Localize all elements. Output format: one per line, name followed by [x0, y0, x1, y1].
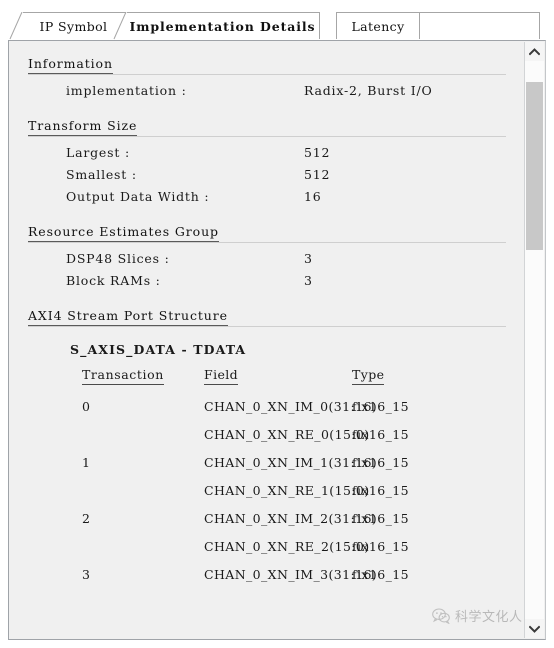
axi-data-table: Transaction Field Type 0 CHAN_0_XN_IM_0(…: [82, 367, 524, 589]
section-title: Resource Estimates Group: [28, 224, 219, 242]
column-header-transaction: Transaction: [82, 367, 164, 385]
tab-ip-symbol-label: IP Symbol: [39, 18, 108, 34]
cell-type: fix16_15: [352, 567, 409, 582]
scroll-down-button[interactable]: [525, 619, 544, 638]
scroll-up-button[interactable]: [525, 42, 544, 61]
tab-strip: IP Symbol Implementation Details Latency: [0, 0, 554, 40]
detail-key: implementation :: [66, 83, 187, 98]
detail-key: DSP48 Slices :: [66, 251, 170, 266]
table-row: 2 CHAN_0_XN_IM_2(31:16) fix16_15: [82, 505, 524, 533]
section-rule: [28, 242, 506, 243]
cell-transaction: 2: [82, 511, 91, 526]
cell-transaction: 1: [82, 455, 91, 470]
detail-row: implementation : Radix-2, Burst I/O: [10, 80, 524, 102]
cell-transaction: 3: [82, 567, 91, 582]
cell-type: fix16_15: [352, 455, 409, 470]
detail-value: 3: [304, 273, 313, 288]
chevron-down-icon: [529, 625, 540, 633]
section-rule: [28, 74, 506, 75]
detail-key: Block RAMs :: [66, 273, 161, 288]
detail-key: Largest :: [66, 145, 130, 160]
detail-row: Smallest : 512: [10, 164, 524, 186]
section-header-axi4-stream-port-structure: AXI4 Stream Port Structure: [28, 308, 524, 328]
section-rows-transform-size: Largest : 512 Smallest : 512 Output Data…: [10, 142, 524, 208]
tab-latency[interactable]: Latency: [336, 12, 420, 39]
scrollbar-track[interactable]: [525, 61, 544, 619]
cell-type: fix16_15: [352, 483, 409, 498]
vertical-scrollbar[interactable]: [524, 42, 544, 638]
section-title: Information: [28, 56, 113, 74]
detail-row: Output Data Width : 16: [10, 186, 524, 208]
table-row: CHAN_0_XN_RE_1(15:0) fix16_15: [82, 477, 524, 505]
cell-type: fix16_15: [352, 539, 409, 554]
details-content: Information implementation : Radix-2, Bu…: [10, 42, 524, 589]
cell-field: CHAN_0_XN_RE_1(15:0): [204, 483, 370, 498]
section-rule: [28, 326, 506, 327]
detail-key: Smallest :: [66, 167, 137, 182]
table-row: 3 CHAN_0_XN_IM_3(31:16) fix16_15: [82, 561, 524, 589]
implementation-details-panel: Information implementation : Radix-2, Bu…: [8, 40, 546, 640]
section-rows-information: implementation : Radix-2, Burst I/O: [10, 80, 524, 102]
detail-value: 512: [304, 145, 331, 160]
section-title: AXI4 Stream Port Structure: [28, 308, 228, 326]
section-rule: [28, 136, 506, 137]
table-row: CHAN_0_XN_RE_0(15:0) fix16_15: [82, 421, 524, 449]
panel-scroll-viewport: Information implementation : Radix-2, Bu…: [10, 42, 524, 638]
detail-value: 3: [304, 251, 313, 266]
table-row: CHAN_0_XN_RE_2(15:0) fix16_15: [82, 533, 524, 561]
detail-row: Largest : 512: [10, 142, 524, 164]
cell-type: fix16_15: [352, 399, 409, 414]
cell-field: CHAN_0_XN_RE_0(15:0): [204, 427, 370, 442]
detail-row: DSP48 Slices : 3: [10, 248, 524, 270]
table-row: 0 CHAN_0_XN_IM_0(31:16) fix16_15: [82, 393, 524, 421]
cell-type: fix16_15: [352, 427, 409, 442]
section-header-information: Information: [28, 56, 524, 76]
scrollbar-thumb[interactable]: [526, 82, 543, 250]
detail-row: Block RAMs : 3: [10, 270, 524, 292]
cell-field: CHAN_0_XN_RE_2(15:0): [204, 539, 370, 554]
tab-latency-label: Latency: [351, 18, 405, 34]
section-rows-resource-estimates-group: DSP48 Slices : 3 Block RAMs : 3: [10, 248, 524, 292]
tab-slant-edge: [113, 12, 127, 40]
axi-subheading: S_AXIS_DATA - TDATA: [70, 342, 247, 357]
section-title: Transform Size: [28, 118, 138, 136]
cell-type: fix16_15: [352, 511, 409, 526]
section-header-transform-size: Transform Size: [28, 118, 524, 138]
column-header-type: Type: [352, 367, 385, 385]
tab-ip-symbol[interactable]: IP Symbol: [9, 12, 126, 40]
detail-key: Output Data Width :: [66, 189, 210, 204]
cell-transaction: 0: [82, 399, 91, 414]
detail-value: 16: [304, 189, 322, 204]
table-header-row: Transaction Field Type: [82, 367, 524, 393]
tab-implementation-details[interactable]: Implementation Details: [113, 12, 320, 40]
detail-value: 512: [304, 167, 331, 182]
table-row: 1 CHAN_0_XN_IM_1(31:16) fix16_15: [82, 449, 524, 477]
tab-strip-filler: [420, 12, 540, 39]
detail-value: Radix-2, Burst I/O: [304, 83, 433, 98]
section-header-resource-estimates-group: Resource Estimates Group: [28, 224, 524, 244]
tab-implementation-details-label: Implementation Details: [129, 18, 316, 34]
column-header-field: Field: [204, 367, 239, 385]
tab-slant-edge: [9, 12, 23, 40]
chevron-up-icon: [529, 47, 540, 56]
